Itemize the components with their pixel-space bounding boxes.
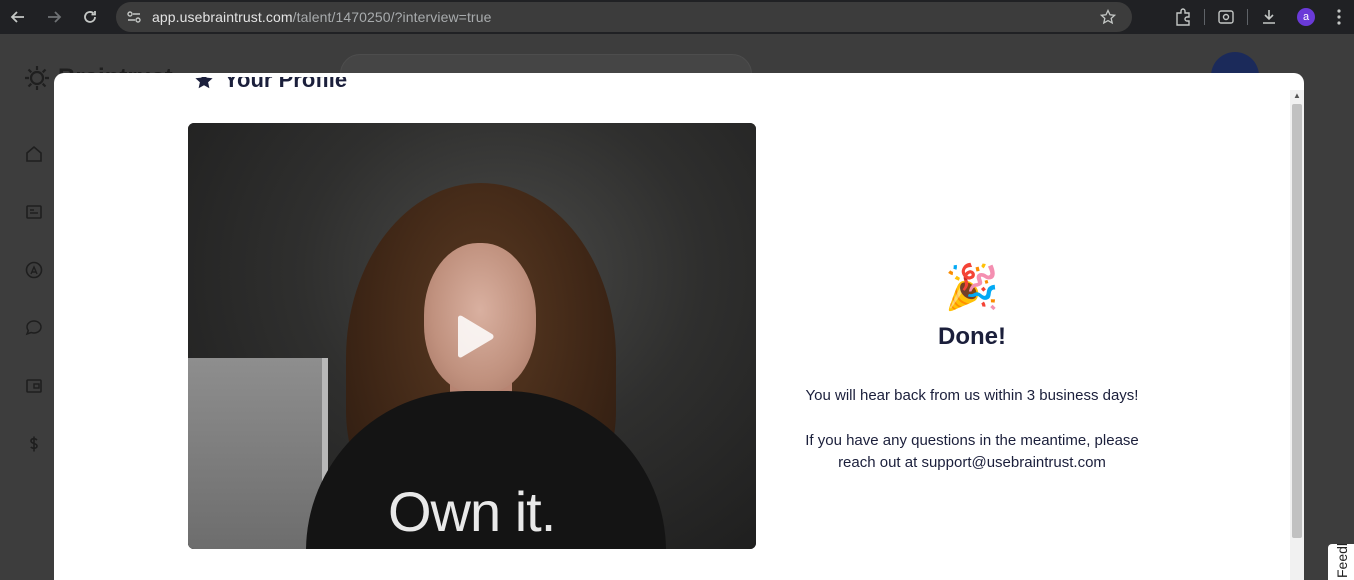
forward-icon[interactable] (42, 5, 66, 29)
address-bar[interactable]: app.usebraintrust.com/talent/1470250/?in… (116, 2, 1132, 32)
video-background-window (188, 358, 328, 549)
party-popper-icon: 🎉 (944, 263, 1000, 312)
bookmark-star-icon[interactable] (1098, 7, 1118, 27)
done-panel: 🎉 Done! You will hear back from us withi… (794, 263, 1150, 474)
wallet-icon (24, 376, 44, 396)
talent-icon (24, 260, 44, 280)
browser-actions: a (1164, 0, 1354, 34)
reload-icon[interactable] (78, 5, 102, 29)
star-icon (194, 77, 214, 91)
shirt-print-text: Own it. (388, 480, 556, 543)
scroll-up-arrow-icon[interactable]: ▲ (1292, 91, 1302, 101)
done-questions-line1: If you have any questions in the meantim… (805, 432, 1139, 449)
messages-icon (24, 318, 44, 338)
url-host: app.usebraintrust.com (152, 9, 293, 25)
done-questions-prefix: reach out at (838, 454, 922, 471)
browser-menu-icon[interactable] (1328, 6, 1350, 28)
modal-title-text: Your Profile (224, 77, 348, 92)
lens-icon[interactable] (1215, 6, 1237, 28)
done-message: You will hear back from us within 3 busi… (805, 387, 1139, 404)
sun-logo-icon (25, 66, 49, 90)
interview-modal: Your Profile Own it. 🎉 Done! You will he… (54, 73, 1304, 580)
browser-toolbar: app.usebraintrust.com/talent/1470250/?in… (0, 0, 1354, 34)
dollar-icon (24, 434, 44, 454)
modal-title: Your Profile (194, 77, 347, 93)
download-icon[interactable] (1258, 6, 1280, 28)
feedback-tab[interactable]: Feedback (1328, 544, 1354, 580)
feedback-label: Feedback (1334, 544, 1350, 578)
home-icon (24, 144, 44, 164)
toolbar-divider (1204, 9, 1205, 25)
done-title: Done! (938, 323, 1006, 350)
jobs-icon (24, 202, 44, 222)
done-questions: If you have any questions in the meantim… (794, 430, 1150, 474)
back-icon[interactable] (6, 5, 30, 29)
play-icon[interactable] (454, 315, 494, 359)
profile-avatar[interactable]: a (1297, 8, 1315, 26)
toolbar-divider (1247, 9, 1248, 25)
interview-video[interactable]: Own it. (188, 123, 756, 549)
support-email-link[interactable]: support@usebraintrust.com (921, 454, 1105, 471)
site-info-icon[interactable] (124, 7, 144, 27)
extensions-icon[interactable] (1172, 6, 1194, 28)
url-text[interactable]: app.usebraintrust.com/talent/1470250/?in… (152, 9, 491, 25)
modal-scrollbar-thumb[interactable] (1292, 104, 1302, 538)
url-path: /talent/1470250/?interview=true (292, 9, 492, 25)
